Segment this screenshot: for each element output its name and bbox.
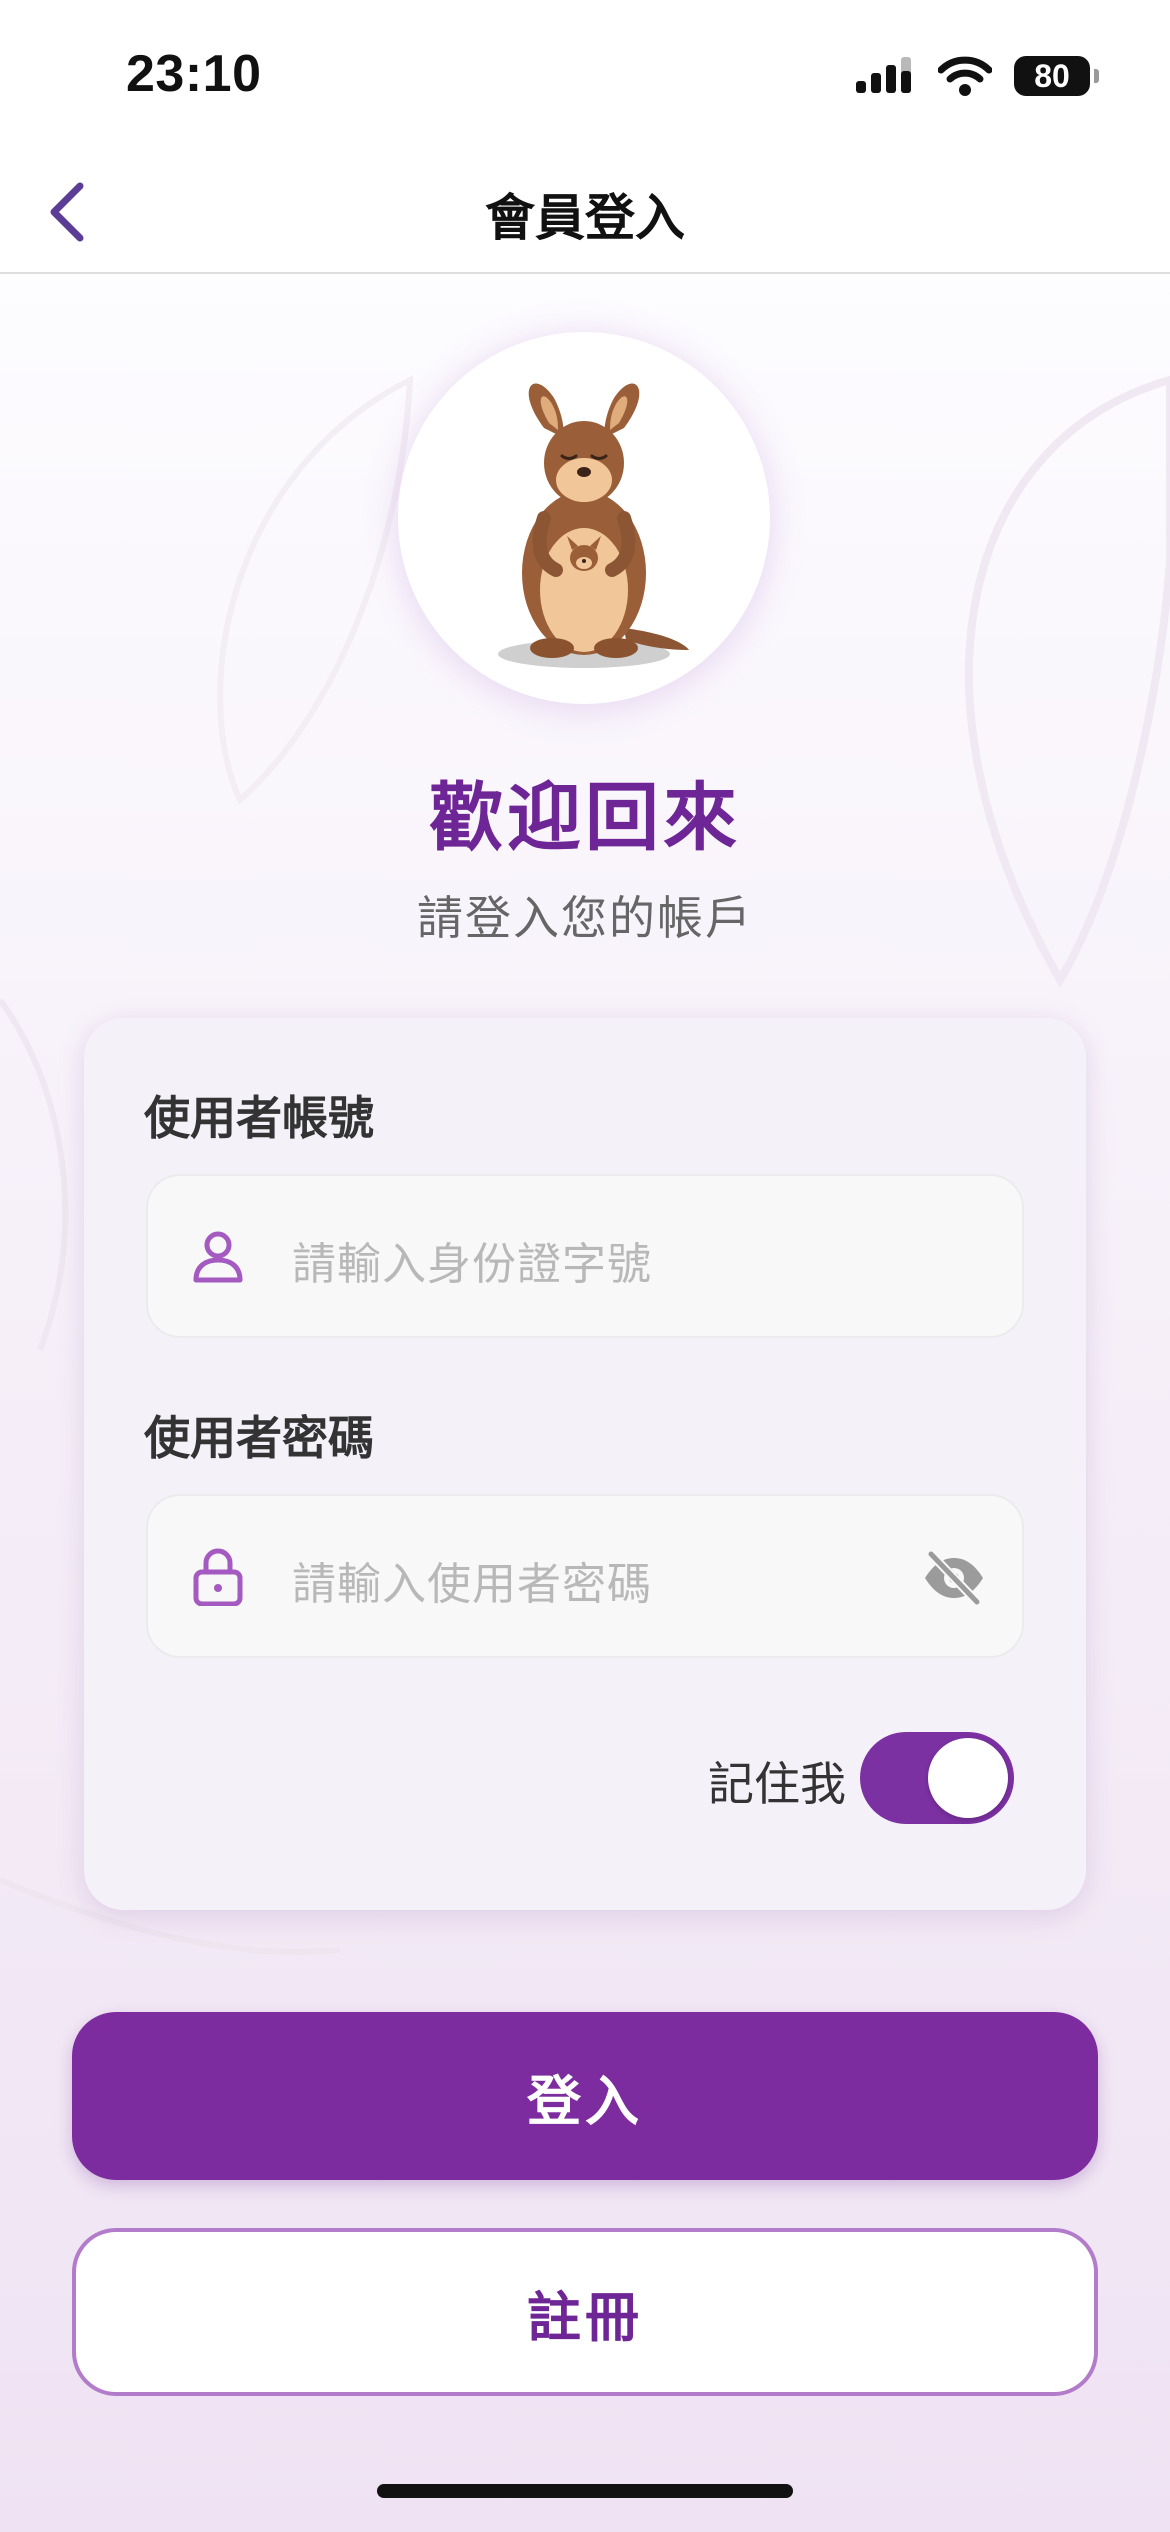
- remember-me-label: 記住我: [708, 1757, 846, 1811]
- home-indicator: [377, 2484, 793, 2498]
- username-field[interactable]: 請輸入身份證字號: [146, 1174, 1024, 1338]
- eye-off-icon: [925, 1550, 983, 1606]
- user-icon: [188, 1226, 248, 1286]
- status-bar: 23:10 80: [0, 0, 1170, 150]
- lock-icon: [188, 1546, 248, 1606]
- password-visibility-toggle[interactable]: [918, 1546, 990, 1610]
- username-label: 使用者帳號: [144, 1091, 374, 1145]
- status-time: 23:10: [126, 45, 262, 103]
- battery-icon: 80: [1014, 56, 1099, 96]
- toggle-knob: [928, 1738, 1008, 1818]
- login-button[interactable]: 登入: [72, 2012, 1098, 2180]
- login-form-card: 使用者帳號 請輸入身份證字號 使用者密碼 請輸入使用者密碼 記住我: [84, 1018, 1086, 1910]
- signal-icon: [856, 57, 911, 93]
- page-title: 會員登入: [485, 189, 685, 247]
- welcome-subtitle: 請登入您的帳戶: [417, 891, 753, 945]
- register-button[interactable]: 註冊: [72, 2228, 1098, 2396]
- password-label: 使用者密碼: [144, 1411, 374, 1465]
- remember-me-toggle[interactable]: [860, 1732, 1014, 1824]
- username-placeholder: 請輸入身份證字號: [292, 1239, 652, 1290]
- battery-tip: [1094, 69, 1099, 83]
- password-placeholder: 請輸入使用者密碼: [292, 1559, 652, 1610]
- password-field[interactable]: 請輸入使用者密碼: [146, 1494, 1024, 1658]
- status-icons: 80: [856, 52, 1099, 100]
- kangaroo-mascot-image: [498, 383, 689, 668]
- welcome-title: 歡迎回來: [429, 775, 741, 861]
- login-screen: 23:10 80 會員登入 歡迎回來 請登入您的帳戶 使用者帳號 請輸入身份證字…: [0, 0, 1170, 2532]
- battery-level: 80: [1034, 58, 1070, 94]
- navigation-bar: 會員登入: [0, 150, 1170, 274]
- avatar: [398, 332, 770, 704]
- wifi-icon: [938, 56, 992, 96]
